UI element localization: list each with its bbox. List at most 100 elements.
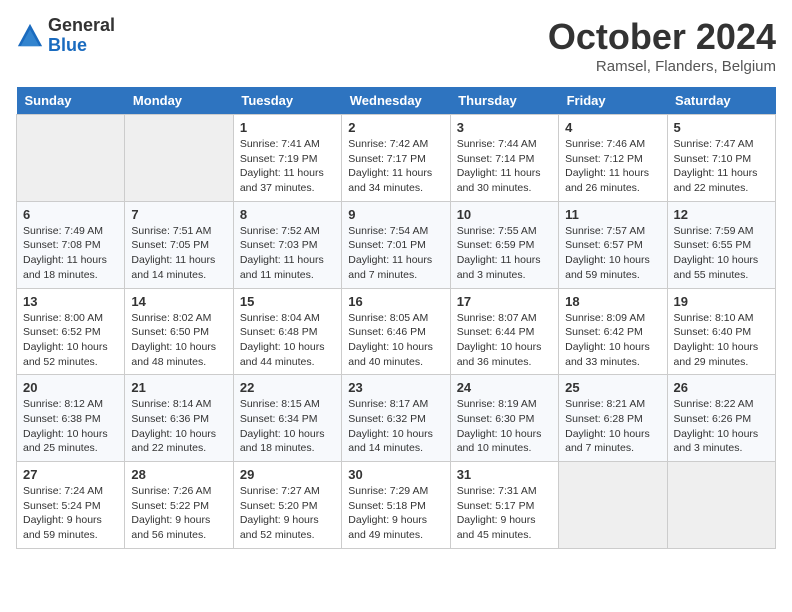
day-cell: 17 Sunrise: 8:07 AMSunset: 6:44 PMDaylig… bbox=[450, 288, 558, 375]
day-info: Sunrise: 8:22 AMSunset: 6:26 PMDaylight:… bbox=[674, 397, 769, 456]
day-number: 5 bbox=[674, 120, 769, 135]
day-number: 12 bbox=[674, 207, 769, 222]
day-cell: 10 Sunrise: 7:55 AMSunset: 6:59 PMDaylig… bbox=[450, 201, 558, 288]
day-header-sunday: Sunday bbox=[17, 87, 125, 115]
day-cell: 2 Sunrise: 7:42 AMSunset: 7:17 PMDayligh… bbox=[342, 115, 450, 202]
day-cell bbox=[667, 462, 775, 549]
day-number: 19 bbox=[674, 294, 769, 309]
day-cell: 15 Sunrise: 8:04 AMSunset: 6:48 PMDaylig… bbox=[233, 288, 341, 375]
day-info: Sunrise: 8:00 AMSunset: 6:52 PMDaylight:… bbox=[23, 311, 118, 370]
title-block: October 2024 Ramsel, Flanders, Belgium bbox=[548, 16, 776, 75]
day-info: Sunrise: 7:52 AMSunset: 7:03 PMDaylight:… bbox=[240, 224, 335, 283]
day-number: 4 bbox=[565, 120, 660, 135]
day-info: Sunrise: 7:42 AMSunset: 7:17 PMDaylight:… bbox=[348, 137, 443, 196]
day-info: Sunrise: 7:51 AMSunset: 7:05 PMDaylight:… bbox=[131, 224, 226, 283]
day-info: Sunrise: 7:49 AMSunset: 7:08 PMDaylight:… bbox=[23, 224, 118, 283]
day-info: Sunrise: 7:44 AMSunset: 7:14 PMDaylight:… bbox=[457, 137, 552, 196]
day-number: 29 bbox=[240, 467, 335, 482]
day-cell: 21 Sunrise: 8:14 AMSunset: 6:36 PMDaylig… bbox=[125, 375, 233, 462]
day-header-thursday: Thursday bbox=[450, 87, 558, 115]
day-info: Sunrise: 7:41 AMSunset: 7:19 PMDaylight:… bbox=[240, 137, 335, 196]
day-cell: 22 Sunrise: 8:15 AMSunset: 6:34 PMDaylig… bbox=[233, 375, 341, 462]
day-cell: 19 Sunrise: 8:10 AMSunset: 6:40 PMDaylig… bbox=[667, 288, 775, 375]
day-number: 27 bbox=[23, 467, 118, 482]
day-cell: 7 Sunrise: 7:51 AMSunset: 7:05 PMDayligh… bbox=[125, 201, 233, 288]
day-cell: 14 Sunrise: 8:02 AMSunset: 6:50 PMDaylig… bbox=[125, 288, 233, 375]
day-info: Sunrise: 7:24 AMSunset: 5:24 PMDaylight:… bbox=[23, 484, 118, 543]
day-number: 21 bbox=[131, 380, 226, 395]
day-number: 8 bbox=[240, 207, 335, 222]
day-number: 23 bbox=[348, 380, 443, 395]
logo-icon bbox=[16, 22, 44, 50]
day-number: 10 bbox=[457, 207, 552, 222]
day-info: Sunrise: 7:59 AMSunset: 6:55 PMDaylight:… bbox=[674, 224, 769, 283]
day-cell: 12 Sunrise: 7:59 AMSunset: 6:55 PMDaylig… bbox=[667, 201, 775, 288]
day-header-tuesday: Tuesday bbox=[233, 87, 341, 115]
week-row-4: 20 Sunrise: 8:12 AMSunset: 6:38 PMDaylig… bbox=[17, 375, 776, 462]
day-number: 17 bbox=[457, 294, 552, 309]
day-number: 25 bbox=[565, 380, 660, 395]
day-info: Sunrise: 7:54 AMSunset: 7:01 PMDaylight:… bbox=[348, 224, 443, 283]
day-info: Sunrise: 7:29 AMSunset: 5:18 PMDaylight:… bbox=[348, 484, 443, 543]
calendar-table: SundayMondayTuesdayWednesdayThursdayFrid… bbox=[16, 87, 776, 549]
day-number: 3 bbox=[457, 120, 552, 135]
day-number: 30 bbox=[348, 467, 443, 482]
day-number: 14 bbox=[131, 294, 226, 309]
header-row: SundayMondayTuesdayWednesdayThursdayFrid… bbox=[17, 87, 776, 115]
day-number: 22 bbox=[240, 380, 335, 395]
day-info: Sunrise: 8:12 AMSunset: 6:38 PMDaylight:… bbox=[23, 397, 118, 456]
day-info: Sunrise: 8:14 AMSunset: 6:36 PMDaylight:… bbox=[131, 397, 226, 456]
day-cell: 30 Sunrise: 7:29 AMSunset: 5:18 PMDaylig… bbox=[342, 462, 450, 549]
day-cell: 20 Sunrise: 8:12 AMSunset: 6:38 PMDaylig… bbox=[17, 375, 125, 462]
day-number: 16 bbox=[348, 294, 443, 309]
logo-text: General Blue bbox=[48, 16, 115, 56]
logo-blue-label: Blue bbox=[48, 36, 115, 56]
day-number: 7 bbox=[131, 207, 226, 222]
day-info: Sunrise: 8:21 AMSunset: 6:28 PMDaylight:… bbox=[565, 397, 660, 456]
week-row-5: 27 Sunrise: 7:24 AMSunset: 5:24 PMDaylig… bbox=[17, 462, 776, 549]
day-cell: 16 Sunrise: 8:05 AMSunset: 6:46 PMDaylig… bbox=[342, 288, 450, 375]
day-info: Sunrise: 8:15 AMSunset: 6:34 PMDaylight:… bbox=[240, 397, 335, 456]
day-cell: 27 Sunrise: 7:24 AMSunset: 5:24 PMDaylig… bbox=[17, 462, 125, 549]
day-number: 11 bbox=[565, 207, 660, 222]
week-row-1: 1 Sunrise: 7:41 AMSunset: 7:19 PMDayligh… bbox=[17, 115, 776, 202]
day-cell: 4 Sunrise: 7:46 AMSunset: 7:12 PMDayligh… bbox=[559, 115, 667, 202]
day-cell: 9 Sunrise: 7:54 AMSunset: 7:01 PMDayligh… bbox=[342, 201, 450, 288]
day-cell: 25 Sunrise: 8:21 AMSunset: 6:28 PMDaylig… bbox=[559, 375, 667, 462]
day-number: 15 bbox=[240, 294, 335, 309]
day-cell: 11 Sunrise: 7:57 AMSunset: 6:57 PMDaylig… bbox=[559, 201, 667, 288]
day-info: Sunrise: 8:05 AMSunset: 6:46 PMDaylight:… bbox=[348, 311, 443, 370]
day-cell: 28 Sunrise: 7:26 AMSunset: 5:22 PMDaylig… bbox=[125, 462, 233, 549]
day-number: 18 bbox=[565, 294, 660, 309]
day-cell: 8 Sunrise: 7:52 AMSunset: 7:03 PMDayligh… bbox=[233, 201, 341, 288]
logo-general-label: General bbox=[48, 16, 115, 36]
day-number: 24 bbox=[457, 380, 552, 395]
day-cell: 5 Sunrise: 7:47 AMSunset: 7:10 PMDayligh… bbox=[667, 115, 775, 202]
month-title: October 2024 bbox=[548, 16, 776, 58]
day-info: Sunrise: 8:04 AMSunset: 6:48 PMDaylight:… bbox=[240, 311, 335, 370]
day-cell: 3 Sunrise: 7:44 AMSunset: 7:14 PMDayligh… bbox=[450, 115, 558, 202]
day-header-wednesday: Wednesday bbox=[342, 87, 450, 115]
week-row-3: 13 Sunrise: 8:00 AMSunset: 6:52 PMDaylig… bbox=[17, 288, 776, 375]
day-info: Sunrise: 7:57 AMSunset: 6:57 PMDaylight:… bbox=[565, 224, 660, 283]
day-cell: 23 Sunrise: 8:17 AMSunset: 6:32 PMDaylig… bbox=[342, 375, 450, 462]
day-info: Sunrise: 8:07 AMSunset: 6:44 PMDaylight:… bbox=[457, 311, 552, 370]
day-info: Sunrise: 7:47 AMSunset: 7:10 PMDaylight:… bbox=[674, 137, 769, 196]
location-subtitle: Ramsel, Flanders, Belgium bbox=[548, 58, 776, 75]
day-cell: 31 Sunrise: 7:31 AMSunset: 5:17 PMDaylig… bbox=[450, 462, 558, 549]
day-cell: 13 Sunrise: 8:00 AMSunset: 6:52 PMDaylig… bbox=[17, 288, 125, 375]
day-number: 1 bbox=[240, 120, 335, 135]
day-number: 26 bbox=[674, 380, 769, 395]
day-info: Sunrise: 7:55 AMSunset: 6:59 PMDaylight:… bbox=[457, 224, 552, 283]
day-header-monday: Monday bbox=[125, 87, 233, 115]
logo: General Blue bbox=[16, 16, 115, 56]
day-info: Sunrise: 7:27 AMSunset: 5:20 PMDaylight:… bbox=[240, 484, 335, 543]
day-number: 20 bbox=[23, 380, 118, 395]
day-cell: 6 Sunrise: 7:49 AMSunset: 7:08 PMDayligh… bbox=[17, 201, 125, 288]
day-cell bbox=[559, 462, 667, 549]
week-row-2: 6 Sunrise: 7:49 AMSunset: 7:08 PMDayligh… bbox=[17, 201, 776, 288]
day-header-saturday: Saturday bbox=[667, 87, 775, 115]
day-number: 13 bbox=[23, 294, 118, 309]
day-header-friday: Friday bbox=[559, 87, 667, 115]
day-info: Sunrise: 7:26 AMSunset: 5:22 PMDaylight:… bbox=[131, 484, 226, 543]
